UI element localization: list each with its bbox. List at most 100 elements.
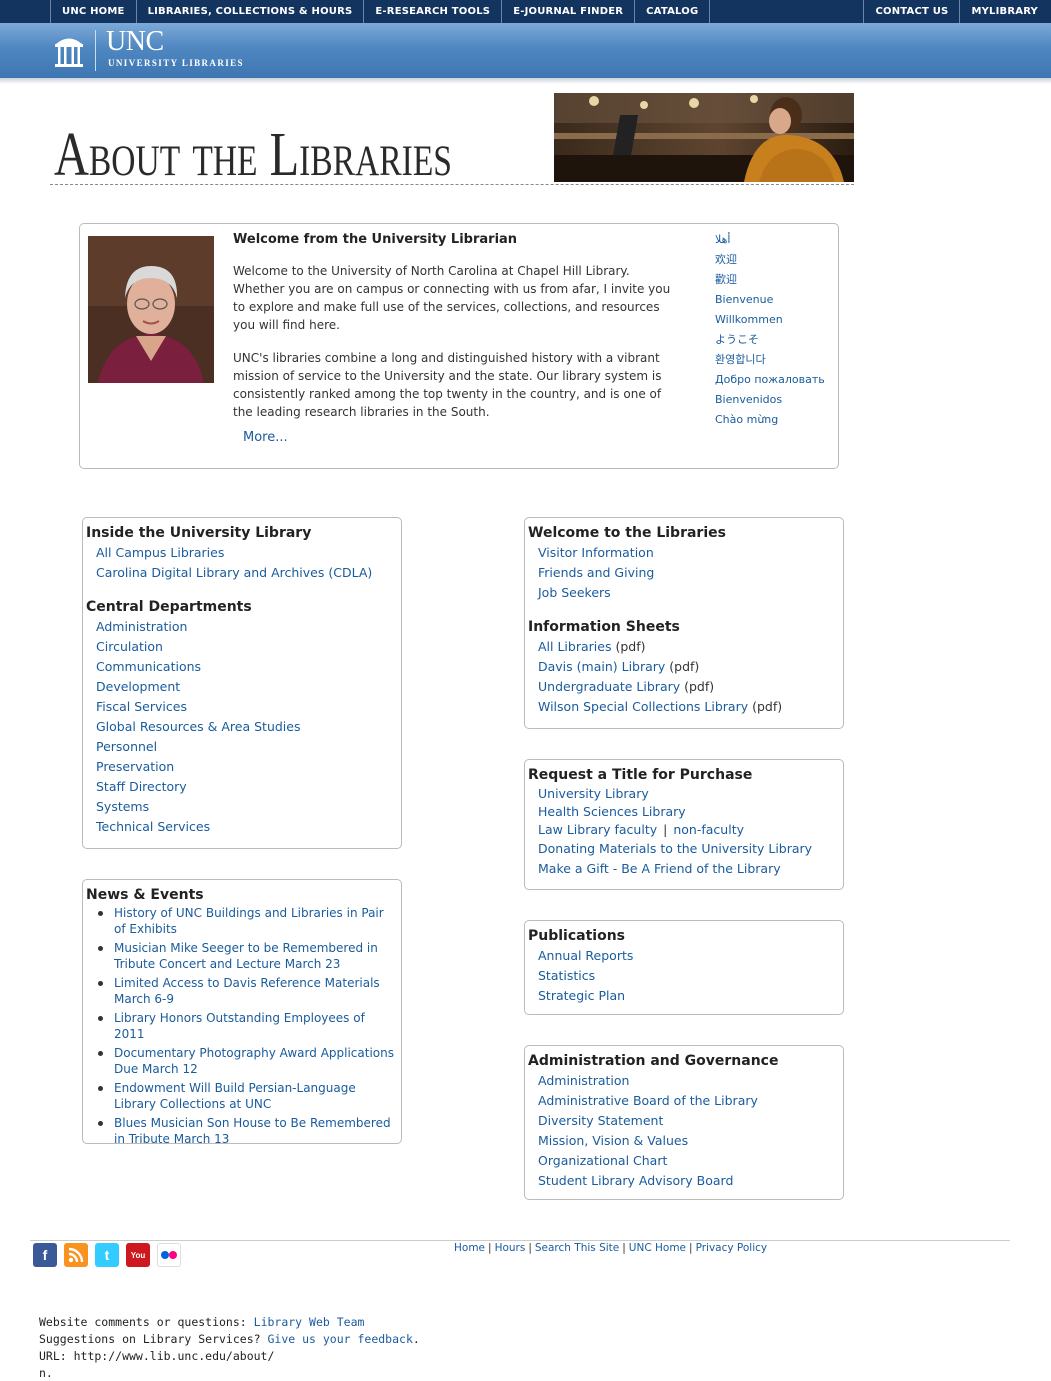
- link-communications[interactable]: Communications: [96, 657, 401, 677]
- link-request-university-library[interactable]: University Library: [538, 785, 843, 803]
- link-diversity-statement[interactable]: Diversity Statement: [538, 1111, 843, 1131]
- link-wilson-library-pdf[interactable]: Wilson Special Collections Library: [538, 699, 748, 714]
- old-well-logo-icon[interactable]: [54, 32, 84, 68]
- link-student-advisory-board[interactable]: Student Library Advisory Board: [538, 1171, 843, 1191]
- link-technical-services[interactable]: Technical Services: [96, 817, 401, 837]
- link-strategic-plan[interactable]: Strategic Plan: [538, 986, 843, 1006]
- link-give-feedback[interactable]: Give us your feedback: [267, 1332, 412, 1346]
- footer-link-unc-home[interactable]: UNC Home: [629, 1242, 686, 1254]
- link-all-campus-libraries[interactable]: All Campus Libraries: [96, 543, 401, 563]
- footer-comments-line: Website comments or questions: Library W…: [39, 1314, 420, 1331]
- link-fiscal-services[interactable]: Fiscal Services: [96, 697, 401, 717]
- inside-library-heading: Inside the University Library: [86, 525, 312, 541]
- link-personnel[interactable]: Personnel: [96, 737, 401, 757]
- link-undergraduate-library-pdf[interactable]: Undergraduate Library: [538, 679, 680, 694]
- footer-links: Home | Hours | Search This Site | UNC Home | Pri…: [454, 1242, 767, 1254]
- request-title-box: Request a Title for Purchase University …: [524, 759, 844, 890]
- nav-e-research-tools[interactable]: E-RESEARCH TOOLS: [363, 0, 501, 23]
- site-banner: UNC UNIVERSITY LIBRARIES: [0, 23, 1051, 84]
- greeting-german[interactable]: Willkommen: [715, 310, 825, 330]
- greetings-list: أهلا 欢迎 歡迎 Bienvenue Willkommen ようこそ 환영합…: [715, 230, 825, 430]
- info-sheet-row: All Libraries (pdf): [538, 637, 843, 657]
- nav-mylibrary[interactable]: MYLIBRARY: [959, 0, 1049, 23]
- link-organizational-chart[interactable]: Organizational Chart: [538, 1151, 843, 1171]
- news-link[interactable]: Limited Access to Davis Reference Materi…: [114, 976, 380, 1006]
- bullet-icon: [98, 946, 103, 951]
- link-annual-reports[interactable]: Annual Reports: [538, 946, 843, 966]
- link-job-seekers[interactable]: Job Seekers: [538, 583, 843, 603]
- news-link[interactable]: Endowment Will Build Persian-Language Li…: [114, 1081, 356, 1111]
- news-item: Library Honors Outstanding Employees of …: [94, 1010, 399, 1042]
- request-title-heading: Request a Title for Purchase: [528, 767, 753, 783]
- footer-link-hours[interactable]: Hours: [495, 1242, 526, 1254]
- news-link[interactable]: Blues Musician Son House to Be Remembere…: [114, 1116, 391, 1146]
- link-administrative-board[interactable]: Administrative Board of the Library: [538, 1091, 843, 1111]
- info-sheet-row: Undergraduate Library (pdf): [538, 677, 843, 697]
- bullet-icon: [98, 981, 103, 986]
- banner-shadow: [0, 78, 1051, 84]
- information-sheets-heading: Information Sheets: [528, 619, 680, 635]
- footer-url-line: URL: http://www.lib.unc.edu/about/: [39, 1349, 275, 1363]
- welcome-more-link[interactable]: More...: [243, 430, 288, 445]
- link-mission-vision-values[interactable]: Mission, Vision & Values: [538, 1131, 843, 1151]
- news-link[interactable]: Documentary Photography Award Applicatio…: [114, 1046, 394, 1076]
- greeting-spanish[interactable]: Bienvenidos: [715, 390, 825, 410]
- greeting-chinese-simplified[interactable]: 欢迎: [715, 250, 825, 270]
- news-item: Documentary Photography Award Applicatio…: [94, 1045, 399, 1077]
- news-link[interactable]: History of UNC Buildings and Libraries i…: [114, 906, 384, 936]
- news-link[interactable]: Library Honors Outstanding Employees of …: [114, 1011, 365, 1041]
- link-law-library-non-faculty[interactable]: non-faculty: [673, 822, 744, 837]
- greeting-arabic[interactable]: أهلا: [715, 230, 825, 250]
- rss-icon[interactable]: [64, 1243, 88, 1267]
- link-request-health-sciences[interactable]: Health Sciences Library: [538, 803, 843, 821]
- twitter-icon[interactable]: t: [95, 1243, 119, 1267]
- pdf-note: (pdf): [611, 639, 646, 654]
- logo-subtitle: UNIVERSITY LIBRARIES: [108, 58, 244, 68]
- greeting-vietnamese[interactable]: Chào mừng: [715, 410, 825, 430]
- link-visitor-information[interactable]: Visitor Information: [538, 543, 843, 563]
- link-administration[interactable]: Administration: [96, 617, 401, 637]
- link-circulation[interactable]: Circulation: [96, 637, 401, 657]
- link-friends-giving[interactable]: Friends and Giving: [538, 563, 843, 583]
- administration-governance-box: Administration and Governance Administra…: [524, 1045, 844, 1200]
- link-preservation[interactable]: Preservation: [96, 757, 401, 777]
- logo-wordmark[interactable]: UNC: [106, 27, 164, 57]
- nav-catalog[interactable]: CATALOG: [634, 0, 711, 23]
- news-item: Musician Mike Seeger to be Remembered in…: [94, 940, 399, 972]
- link-systems[interactable]: Systems: [96, 797, 401, 817]
- greeting-russian[interactable]: Добро пожаловать: [715, 370, 825, 390]
- link-davis-library-pdf[interactable]: Davis (main) Library: [538, 659, 665, 674]
- link-staff-directory[interactable]: Staff Directory: [96, 777, 401, 797]
- greeting-korean[interactable]: 환영합니다: [715, 350, 825, 370]
- footer-link-home[interactable]: Home: [454, 1242, 485, 1254]
- inside-library-box: Inside the University Library All Campus…: [82, 517, 402, 849]
- link-cdla[interactable]: Carolina Digital Library and Archives (C…: [96, 563, 401, 583]
- info-sheet-row: Davis (main) Library (pdf): [538, 657, 843, 677]
- top-navigation-bar: UNC HOME LIBRARIES, COLLECTIONS & HOURS …: [0, 0, 1051, 23]
- greeting-japanese[interactable]: ようこそ: [715, 330, 825, 350]
- nav-unc-home[interactable]: UNC HOME: [50, 0, 136, 23]
- nav-libraries-collections-hours[interactable]: LIBRARIES, COLLECTIONS & HOURS: [135, 0, 364, 23]
- youtube-icon[interactable]: You: [126, 1243, 150, 1267]
- footer-link-privacy[interactable]: Privacy Policy: [696, 1242, 768, 1254]
- link-global-resources[interactable]: Global Resources & Area Studies: [96, 717, 401, 737]
- logo-divider: [95, 30, 96, 71]
- link-library-web-team[interactable]: Library Web Team: [254, 1315, 365, 1329]
- welcome-paragraph-2: UNC's libraries combine a long and disti…: [233, 351, 662, 419]
- link-law-library-faculty[interactable]: Law Library faculty: [538, 822, 657, 837]
- footer-link-search[interactable]: Search This Site: [535, 1242, 619, 1254]
- link-make-a-gift[interactable]: Make a Gift - Be A Friend of the Library: [538, 859, 843, 879]
- link-statistics[interactable]: Statistics: [538, 966, 843, 986]
- nav-e-journal-finder[interactable]: E-JOURNAL FINDER: [501, 0, 634, 23]
- news-link[interactable]: Musician Mike Seeger to be Remembered in…: [114, 941, 378, 971]
- facebook-icon[interactable]: f: [33, 1243, 57, 1267]
- link-donating-materials[interactable]: Donating Materials to the University Lib…: [538, 839, 843, 859]
- nav-contact-us[interactable]: CONTACT US: [863, 0, 959, 23]
- greeting-french[interactable]: Bienvenue: [715, 290, 825, 310]
- greeting-chinese-traditional[interactable]: 歡迎: [715, 270, 825, 290]
- link-development[interactable]: Development: [96, 677, 401, 697]
- flickr-icon[interactable]: [157, 1243, 181, 1267]
- link-admin-administration[interactable]: Administration: [538, 1071, 843, 1091]
- separator: |: [663, 822, 668, 837]
- link-all-libraries-pdf[interactable]: All Libraries: [538, 639, 611, 654]
